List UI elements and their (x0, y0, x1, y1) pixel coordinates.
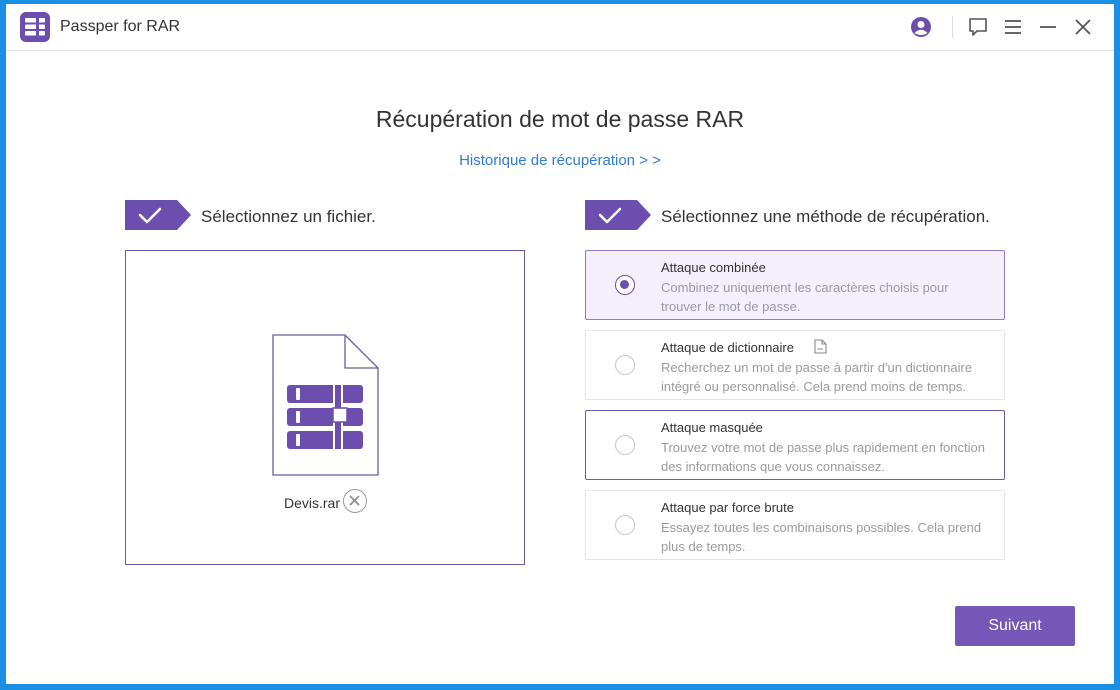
rar-file-icon (272, 334, 379, 476)
file-name: Devis.rar (284, 495, 341, 511)
radio-button[interactable] (615, 435, 635, 455)
method-description: Recherchez un mot de passe à partir d'un… (661, 360, 973, 394)
next-button[interactable]: Suivant (955, 606, 1075, 646)
page-title: Récupération de mot de passe RAR (375, 106, 745, 132)
step-check-badge (125, 200, 191, 230)
step-check-badge (585, 200, 651, 230)
method-description: Trouvez votre mot de passe plus rapideme… (661, 440, 985, 474)
file-drop-area[interactable]: Devis.rar (125, 250, 525, 565)
method-title: Attaque combinée (661, 260, 766, 275)
method-title: Attaque de dictionnaire (661, 340, 794, 355)
app-window: Passper for RAR Récupération de mot de p… (6, 4, 1114, 684)
step1-label: Sélectionnez un fichier. (201, 207, 376, 226)
minimize-icon[interactable] (1037, 16, 1059, 38)
titlebar-separator (952, 16, 953, 38)
close-icon[interactable] (1072, 16, 1094, 38)
remove-file-button[interactable] (343, 489, 367, 513)
method-brute-force-attack[interactable]: Attaque par force brute Essayez toutes l… (585, 490, 1005, 560)
method-description: Combinez uniquement les caractères chois… (661, 280, 949, 314)
step2-label: Sélectionnez une méthode de récupération… (661, 207, 990, 226)
dictionary-file-icon[interactable] (814, 339, 827, 354)
title-bar: Passper for RAR (6, 4, 1114, 51)
radio-button[interactable] (615, 355, 635, 375)
history-link[interactable]: Historique de récupération > > (6, 152, 1114, 169)
menu-icon[interactable] (1002, 16, 1024, 38)
method-mask-attack[interactable]: Attaque masquée Trouvez votre mot de pas… (585, 410, 1005, 480)
method-title: Attaque par force brute (661, 500, 794, 515)
feedback-icon[interactable] (967, 16, 989, 38)
radio-button[interactable] (615, 275, 635, 295)
method-dictionary-attack[interactable]: Attaque de dictionnaire Recherchez un mo… (585, 330, 1005, 400)
remove-x-icon (349, 495, 360, 506)
user-account-icon[interactable] (910, 16, 932, 38)
app-title: Passper for RAR (60, 18, 181, 35)
app-logo-icon (20, 12, 50, 42)
radio-button[interactable] (615, 515, 635, 535)
method-description: Essayez toutes les combinaisons possible… (661, 520, 982, 554)
method-title: Attaque masquée (661, 420, 763, 435)
method-combined-attack[interactable]: Attaque combinée Combinez uniquement les… (585, 250, 1005, 320)
